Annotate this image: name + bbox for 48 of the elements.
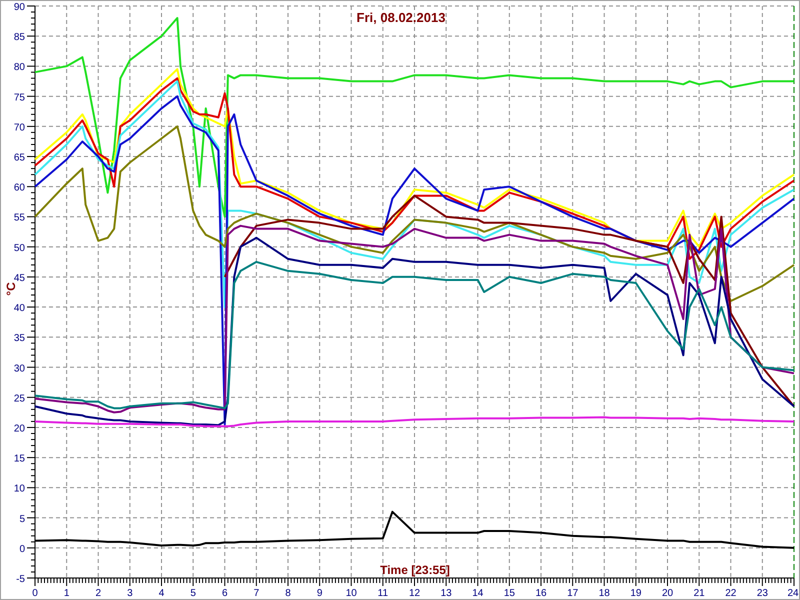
axis-tick-label: 18 [598, 588, 610, 599]
axis-tick-label: 17 [567, 588, 578, 599]
axis-tick-label: 24 [787, 588, 799, 599]
axis-tick-label: 11 [378, 588, 388, 599]
axis-tick-label: 20 [662, 588, 674, 599]
axis-tick-label: 1 [64, 588, 70, 599]
axis-tick-label: 4 [158, 588, 164, 599]
axis-tick-label: 14 [472, 588, 484, 599]
axis-tick-label: 23 [756, 588, 768, 599]
axis-tick-label: 30 [14, 363, 25, 374]
axis-tick-label: 15 [14, 454, 25, 465]
axis-tick-label: 6 [222, 588, 228, 599]
axis-tick-label: 85 [14, 32, 25, 44]
axis-tick-label: 55 [14, 212, 25, 224]
axis-tick-label: 75 [14, 92, 25, 104]
axis-tick-label: 22 [725, 588, 736, 599]
axis-tick-label: 3 [127, 588, 133, 599]
axis-tick-label: 25 [14, 393, 25, 404]
axis-tick-label: 7 [254, 588, 260, 599]
axis-tick-label: 45 [14, 272, 25, 284]
axis-tick-label: -5 [16, 574, 25, 585]
axis-tick-label: 65 [14, 152, 25, 164]
axis-tick-label: 8 [285, 588, 291, 599]
axis-tick-label: 0 [19, 544, 25, 555]
axis-tick-label: 15 [504, 588, 515, 599]
axis-tick-label: 21 [694, 588, 705, 599]
axis-tick-label: 10 [346, 588, 357, 599]
axis-tick-label: 10 [14, 484, 25, 495]
y-axis-label: °C [4, 282, 18, 296]
axis-tick-label: 9 [316, 588, 322, 599]
axis-tick-label: 5 [190, 588, 196, 599]
x-axis-label: Time [23:55] [380, 563, 450, 577]
axis-tick-label: 60 [14, 182, 25, 194]
axis-tick-label: 12 [408, 588, 420, 599]
axis-tick-label: 90 [14, 2, 25, 13]
axis-tick-label: 50 [14, 242, 25, 254]
chart-title: Fri, 08.02.2013 [356, 10, 446, 25]
axis-tick-label: 80 [14, 62, 25, 74]
axis-tick-label: 5 [19, 514, 25, 525]
axis-tick-label: 70 [14, 122, 25, 134]
axis-tick-label: 19 [630, 588, 642, 599]
axis-tick-label: 0 [32, 588, 38, 599]
axis-tick-label: 16 [535, 588, 547, 599]
axis-tick-label: 20 [14, 423, 25, 434]
axis-tick-label: 13 [440, 588, 452, 599]
axis-tick-label: 2 [95, 588, 102, 599]
axis-tick-label: 40 [14, 303, 25, 314]
axis-tick-label: 35 [14, 333, 25, 344]
